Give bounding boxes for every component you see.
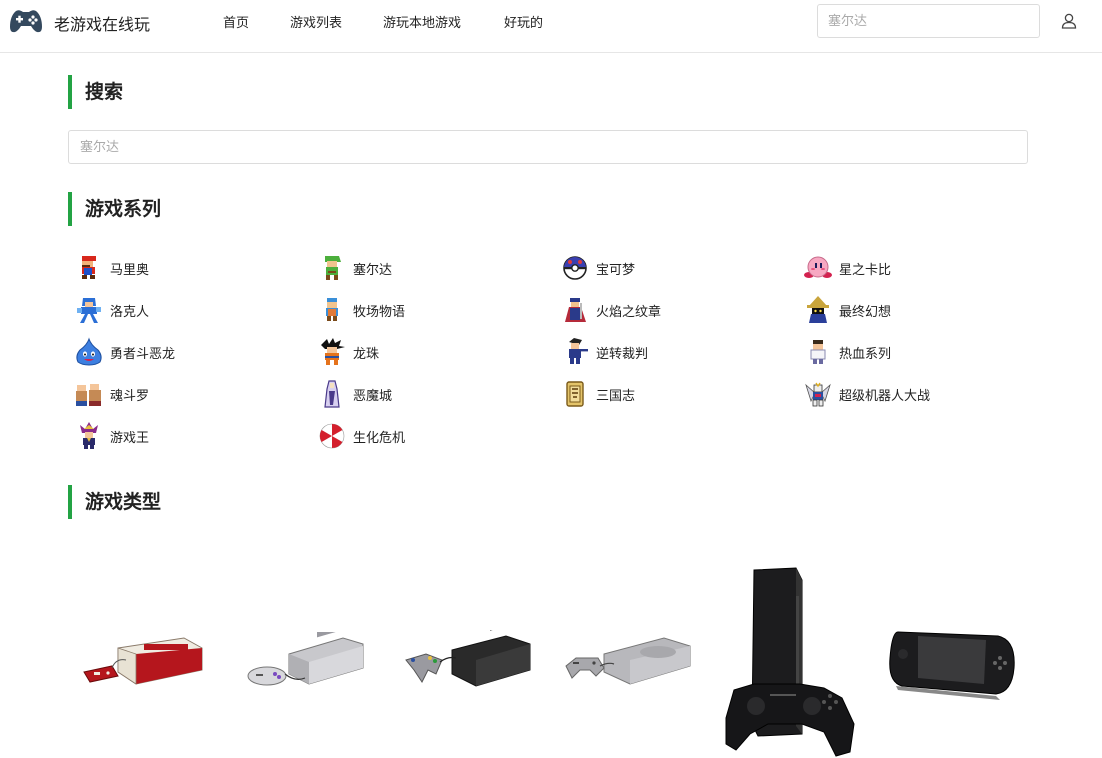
series-item[interactable]: 逆转裁判 (560, 335, 800, 369)
series-item[interactable]: 恶魔城 (317, 377, 557, 411)
series-item[interactable]: 热血系列 (803, 335, 1043, 369)
nav-home[interactable]: 首页 (223, 12, 249, 31)
series-label: 火焰之纹章 (596, 304, 662, 320)
series-label: 逆转裁判 (596, 346, 649, 362)
series-item[interactable]: 火焰之纹章 (560, 293, 800, 327)
series-label: 星之卡比 (839, 262, 892, 278)
series-label: 马里奥 (110, 262, 150, 278)
series-item[interactable]: 游戏王 (74, 419, 314, 453)
umbrella-icon (319, 423, 345, 449)
series-item[interactable]: 牧场物语 (317, 293, 557, 327)
series-label: 热血系列 (839, 346, 892, 362)
robot-icon (805, 382, 831, 407)
series-item[interactable]: 魂斗罗 (74, 377, 314, 411)
series-item[interactable]: 洛克人 (74, 293, 314, 327)
ps2-console-icon[interactable] (724, 566, 858, 758)
scroll-icon (566, 381, 584, 407)
user-icon[interactable] (1060, 12, 1078, 30)
series-item[interactable]: 塞尔达 (317, 251, 557, 285)
series-item[interactable]: 最终幻想 (803, 293, 1043, 327)
gamepad-logo-icon[interactable] (9, 8, 43, 34)
black-mage-icon (807, 296, 829, 323)
series-item[interactable]: 宝可梦 (560, 251, 800, 285)
nav-fun[interactable]: 好玩的 (504, 12, 543, 31)
search-section-title: 搜索 (68, 75, 123, 109)
series-label: 恶魔城 (353, 388, 393, 404)
series-item[interactable]: 马里奥 (74, 251, 314, 285)
series-item[interactable]: 超级机器人大战 (803, 377, 1043, 411)
nav-local-games[interactable]: 游玩本地游戏 (383, 12, 461, 31)
top-navbar: 老游戏在线玩 首页 游戏列表 游玩本地游戏 好玩的 (0, 0, 1102, 53)
kirby-icon (804, 256, 832, 278)
psp-console-icon[interactable] (888, 624, 1016, 702)
goku-icon (321, 338, 345, 365)
contra-icon (76, 384, 101, 406)
series-item[interactable]: 龙珠 (317, 335, 557, 369)
series-label: 宝可梦 (596, 262, 636, 278)
slime-icon (76, 337, 102, 366)
series-grid: 马里奥 塞尔达 宝可梦 星之卡比 洛克人 牧场物语 火焰之纹章 最终幻想 勇者斗… (74, 250, 1054, 460)
types-section-title: 游戏类型 (68, 485, 161, 519)
megaman-icon (77, 298, 101, 323)
ps1-console-icon[interactable] (564, 632, 692, 690)
header-search-input[interactable] (817, 4, 1040, 38)
famicom-console-icon[interactable] (80, 628, 205, 694)
series-label: 勇者斗恶龙 (110, 346, 176, 362)
farmer-icon (326, 298, 338, 321)
kunio-icon (810, 340, 826, 364)
series-label: 生化危机 (353, 430, 406, 446)
series-label: 最终幻想 (839, 304, 892, 320)
series-label: 三国志 (596, 388, 636, 404)
series-label: 超级机器人大战 (839, 388, 931, 404)
series-label: 塞尔达 (353, 262, 393, 278)
main-search-input[interactable] (68, 130, 1028, 164)
series-label: 龙珠 (353, 346, 380, 362)
series-item[interactable]: 星之卡比 (803, 251, 1043, 285)
mario-icon (82, 256, 96, 279)
series-item[interactable]: 勇者斗恶龙 (74, 335, 314, 369)
castlevania-icon (324, 380, 340, 408)
lawyer-icon (569, 338, 588, 364)
yugi-icon (80, 422, 98, 449)
link-icon (325, 256, 341, 280)
series-item[interactable]: 生化危机 (317, 419, 557, 453)
series-label: 游戏王 (110, 430, 150, 446)
site-name[interactable]: 老游戏在线玩 (54, 11, 150, 35)
series-section-title: 游戏系列 (68, 192, 161, 226)
super-famicom-console-icon[interactable] (245, 632, 365, 692)
nav-game-list[interactable]: 游戏列表 (290, 12, 342, 31)
series-item[interactable]: 三国志 (560, 377, 800, 411)
knight-icon (565, 298, 586, 322)
series-label: 魂斗罗 (110, 388, 150, 404)
series-label: 洛克人 (110, 304, 150, 320)
series-label: 牧场物语 (353, 304, 406, 320)
pokeball-icon (563, 256, 587, 280)
n64-console-icon[interactable] (402, 630, 532, 690)
